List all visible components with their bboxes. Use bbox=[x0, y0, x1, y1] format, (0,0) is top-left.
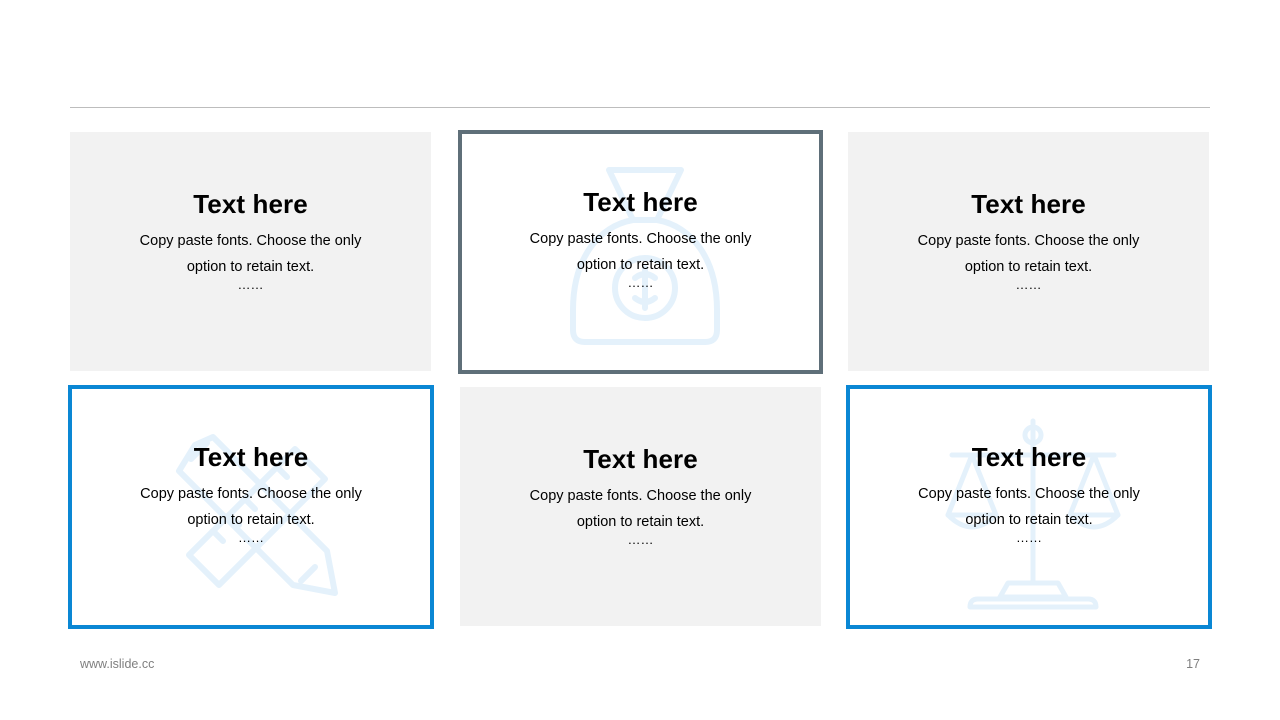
card-content: Text here Copy paste fonts. Choose the o… bbox=[72, 441, 430, 545]
card-1[interactable]: Text here Copy paste fonts. Choose the o… bbox=[70, 132, 431, 371]
card-body-line-2: option to retain text. bbox=[186, 259, 315, 275]
card-body: Copy paste fonts. Choose the only option… bbox=[462, 226, 819, 278]
card-body-line-1: Copy paste fonts. Choose the only bbox=[917, 233, 1140, 249]
card-content: Text here Copy paste fonts. Choose the o… bbox=[848, 188, 1209, 292]
card-ellipsis: …… bbox=[238, 530, 264, 545]
card-ellipsis: …… bbox=[1016, 530, 1042, 545]
card-body: Copy paste fonts. Choose the only option… bbox=[70, 228, 431, 280]
card-4[interactable]: Text here Copy paste fonts. Choose the o… bbox=[68, 385, 434, 629]
card-body: Copy paste fonts. Choose the only option… bbox=[848, 228, 1209, 280]
card-body-line-2: option to retain text. bbox=[187, 512, 315, 528]
card-title: Text here bbox=[193, 189, 308, 219]
card-ellipsis: …… bbox=[1015, 277, 1042, 292]
card-body-line-1: Copy paste fonts. Choose the only bbox=[140, 486, 362, 502]
footer-website-link[interactable]: www.islide.cc bbox=[80, 657, 154, 671]
card-body: Copy paste fonts. Choose the only option… bbox=[850, 481, 1208, 533]
card-body-line-1: Copy paste fonts. Choose the only bbox=[918, 486, 1140, 502]
card-body-line-1: Copy paste fonts. Choose the only bbox=[139, 233, 362, 249]
card-content: Text here Copy paste fonts. Choose the o… bbox=[850, 441, 1208, 545]
card-title: Text here bbox=[971, 189, 1086, 219]
card-content: Text here Copy paste fonts. Choose the o… bbox=[460, 443, 821, 547]
card-body-line-1: Copy paste fonts. Choose the only bbox=[529, 231, 752, 247]
card-3[interactable]: Text here Copy paste fonts. Choose the o… bbox=[848, 132, 1209, 371]
card-content: Text here Copy paste fonts. Choose the o… bbox=[462, 186, 819, 290]
card-2[interactable]: Text here Copy paste fonts. Choose the o… bbox=[458, 130, 823, 374]
card-title: Text here bbox=[583, 444, 698, 474]
card-body-line-1: Copy paste fonts. Choose the only bbox=[529, 488, 752, 504]
card-body: Copy paste fonts. Choose the only option… bbox=[72, 481, 430, 533]
header-divider bbox=[70, 107, 1210, 108]
page-number: 17 bbox=[1186, 657, 1200, 671]
card-title: Text here bbox=[971, 442, 1087, 472]
card-ellipsis: …… bbox=[627, 532, 654, 547]
card-content: Text here Copy paste fonts. Choose the o… bbox=[70, 188, 431, 292]
card-body: Copy paste fonts. Choose the only option… bbox=[460, 483, 821, 535]
card-title: Text here bbox=[583, 187, 698, 217]
card-6[interactable]: Text here Copy paste fonts. Choose the o… bbox=[846, 385, 1212, 629]
card-ellipsis: …… bbox=[237, 277, 264, 292]
card-title: Text here bbox=[193, 442, 309, 472]
card-body-line-2: option to retain text. bbox=[964, 259, 1093, 275]
card-ellipsis: …… bbox=[627, 275, 654, 290]
card-body-line-2: option to retain text. bbox=[576, 514, 705, 530]
card-5[interactable]: Text here Copy paste fonts. Choose the o… bbox=[460, 387, 821, 626]
card-body-line-2: option to retain text. bbox=[965, 512, 1093, 528]
card-body-line-2: option to retain text. bbox=[576, 257, 705, 273]
